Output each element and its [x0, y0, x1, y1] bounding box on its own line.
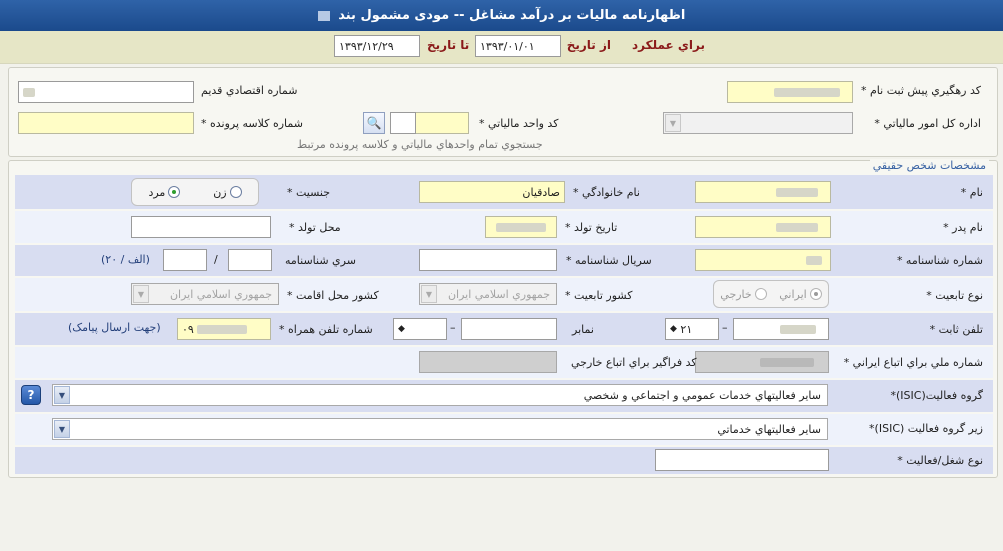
gender-male-radio[interactable]: مرد [148, 186, 181, 199]
row-isic-group: گروه فعاليت(ISIC)* ساير فعاليتهاي خدمات … [15, 380, 993, 412]
birth-date-input[interactable] [485, 216, 557, 238]
first-name-input[interactable] [695, 181, 831, 203]
file-class-input[interactable] [18, 112, 194, 134]
id-series-letter-input[interactable] [163, 249, 207, 271]
window-title-bar: اظهارنامه ماليات بر درآمد مشاغل -- مودی … [0, 0, 1003, 31]
tax-unit-extra-input[interactable] [390, 112, 416, 134]
name-label: نام * [960, 186, 983, 199]
tax-unit-label: کد واحد مالياتي * [479, 117, 559, 130]
old-economic-no-input[interactable] [18, 81, 194, 103]
id-series-slash: / [214, 253, 218, 266]
chevron-down-icon: ▼ [665, 114, 681, 132]
nationality-foreign-radio[interactable]: خارجي [720, 288, 767, 301]
row-national-id: شماره ملي براي اتباع ايراني * کد فراگير … [15, 347, 993, 378]
period-bar: براي عملكرد از تاريخ ۱۳۹۳/۰۱/۰۱ تا تاريخ… [0, 31, 1003, 64]
id-series-label: سري شناسنامه [285, 254, 356, 267]
nationality-type-label: نوع تابعيت * [926, 289, 983, 302]
phone-label: تلفن ثابت * [929, 323, 983, 336]
phone-number-input[interactable] [733, 318, 829, 340]
person-panel: مشخصات شخص حقيقي نام * نام خانوادگي * صا… [8, 159, 998, 478]
tax-office-dropdown[interactable]: ▼ [663, 112, 853, 134]
id-series-hint: (۲۰ / الف) [101, 253, 150, 266]
citizenship-label: کشور تابعيت * [565, 289, 633, 302]
row-name: نام * نام خانوادگي * صادقيان جنسيت * زن … [15, 175, 993, 209]
fax-area-code-input[interactable]: ◆ [393, 318, 447, 340]
tracking-code-label: کد رهگيري پيش ثبت نام * [861, 84, 981, 97]
row-isic-subgroup: زير گروه فعاليت (ISIC)* ساير فعاليتهاي خ… [15, 414, 993, 445]
old-economic-no-label: شماره اقتصادي قديم [201, 84, 298, 97]
isic-subgroup-label: زير گروه فعاليت (ISIC)* [869, 422, 983, 435]
foreign-code-label: کد فراگير براي اتباع خارجي [571, 356, 697, 369]
gender-female-radio[interactable]: زن [213, 186, 242, 199]
id-series-number-input[interactable] [228, 249, 272, 271]
chevron-down-icon: ▼ [54, 420, 70, 438]
birth-place-label: محل تولد * [289, 221, 341, 234]
page-title: اظهارنامه ماليات بر درآمد مشاغل -- مودی … [338, 8, 686, 23]
phone-area-code-input[interactable]: ◆ ۲۱ [665, 318, 719, 340]
help-button[interactable]: ? [21, 385, 41, 405]
row-father: نام پدر * تاريخ تولد * محل تولد * [15, 211, 993, 243]
phone-dash: – [722, 321, 728, 334]
period-label: براي عملكرد [631, 38, 705, 52]
national-id-input[interactable] [695, 351, 829, 373]
to-date-input[interactable]: ۱۳۹۳/۱۲/۲۹ [334, 35, 420, 57]
mobile-label: شماره تلفن همراه * [279, 323, 373, 336]
isic-group-dropdown[interactable]: ساير فعاليتهاي خدمات عمومي و اجتماعي و ش… [52, 384, 828, 406]
father-name-label: نام پدر * [943, 221, 983, 234]
row-nationality: نوع تابعيت * ايراني خارجي کشور تابعيت * … [15, 278, 993, 311]
isic-subgroup-dropdown[interactable]: ساير فعاليتهاي خدماتي ▼ [52, 418, 828, 440]
isic-group-label: گروه فعاليت(ISIC)* [890, 389, 983, 402]
family-name-label: نام خانوادگي * [573, 186, 640, 199]
row-phone: تلفن ثابت * – ◆ ۲۱ نمابر – ◆ شماره تلفن … [15, 313, 993, 345]
blurred-clause [317, 10, 330, 21]
search-icon: 🔍 [366, 116, 382, 130]
residence-country-dropdown[interactable]: جمهوري اسلامي ايران ▼ [131, 283, 279, 305]
birth-date-label: تاريخ تولد * [565, 221, 618, 234]
gender-radio-group: زن مرد [131, 178, 259, 206]
row-id: شماره شناسنامه * سريال شناسنامه * سري شن… [15, 245, 993, 276]
fax-number-input[interactable] [461, 318, 557, 340]
help-icon: ? [27, 388, 35, 402]
diamond-icon: ◆ [670, 324, 677, 334]
registration-panel: کد رهگيري پيش ثبت نام * شماره اقتصادي قد… [8, 67, 998, 157]
tracking-code-input[interactable] [727, 81, 853, 103]
chevron-down-icon: ▼ [54, 386, 70, 404]
chevron-down-icon: ▼ [133, 285, 149, 303]
from-date-label: از تاريخ [566, 38, 611, 52]
id-number-label: شماره شناسنامه * [896, 254, 983, 267]
national-id-label: شماره ملي براي اتباع ايراني * [843, 356, 983, 369]
fax-label: نمابر [572, 323, 594, 336]
job-type-label: نوع شغل/فعاليت * [897, 454, 983, 467]
birth-place-input[interactable] [131, 216, 271, 238]
diamond-icon: ◆ [398, 324, 405, 334]
row-job-type: نوع شغل/فعاليت * [15, 447, 993, 474]
tax-office-label: اداره کل امور مالياتي * [874, 117, 981, 130]
id-serial-input[interactable] [419, 249, 557, 271]
nationality-iranian-radio[interactable]: ايراني [779, 288, 822, 301]
id-number-input[interactable] [695, 249, 831, 271]
foreign-code-input[interactable] [419, 351, 557, 373]
chevron-down-icon: ▼ [421, 285, 437, 303]
citizenship-dropdown[interactable]: جمهوري اسلامي ايران ▼ [419, 283, 557, 305]
search-note: جستجوي تمام واحدهاي مالياتي و کلاسه پرون… [297, 138, 543, 151]
mobile-hint: (جهت ارسال پيامک) [68, 321, 161, 334]
to-date-label: تا تاريخ [427, 38, 470, 52]
search-button[interactable]: 🔍 [363, 112, 385, 134]
mobile-number-input[interactable]: ۰۹ [177, 318, 271, 340]
from-date-input[interactable]: ۱۳۹۳/۰۱/۰۱ [475, 35, 561, 57]
job-type-input[interactable] [655, 449, 829, 471]
file-class-label: شماره کلاسه پرونده * [201, 117, 303, 130]
id-serial-label: سريال شناسنامه * [566, 254, 652, 267]
family-name-input[interactable]: صادقيان [419, 181, 565, 203]
residence-country-label: کشور محل اقامت * [287, 289, 379, 302]
person-section-legend: مشخصات شخص حقيقي [869, 159, 989, 172]
gender-label: جنسيت * [287, 186, 331, 199]
fax-dash: – [450, 321, 456, 334]
nationality-radio-group: ايراني خارجي [713, 280, 829, 308]
father-name-input[interactable] [695, 216, 831, 238]
tax-unit-code-input[interactable] [415, 112, 469, 134]
